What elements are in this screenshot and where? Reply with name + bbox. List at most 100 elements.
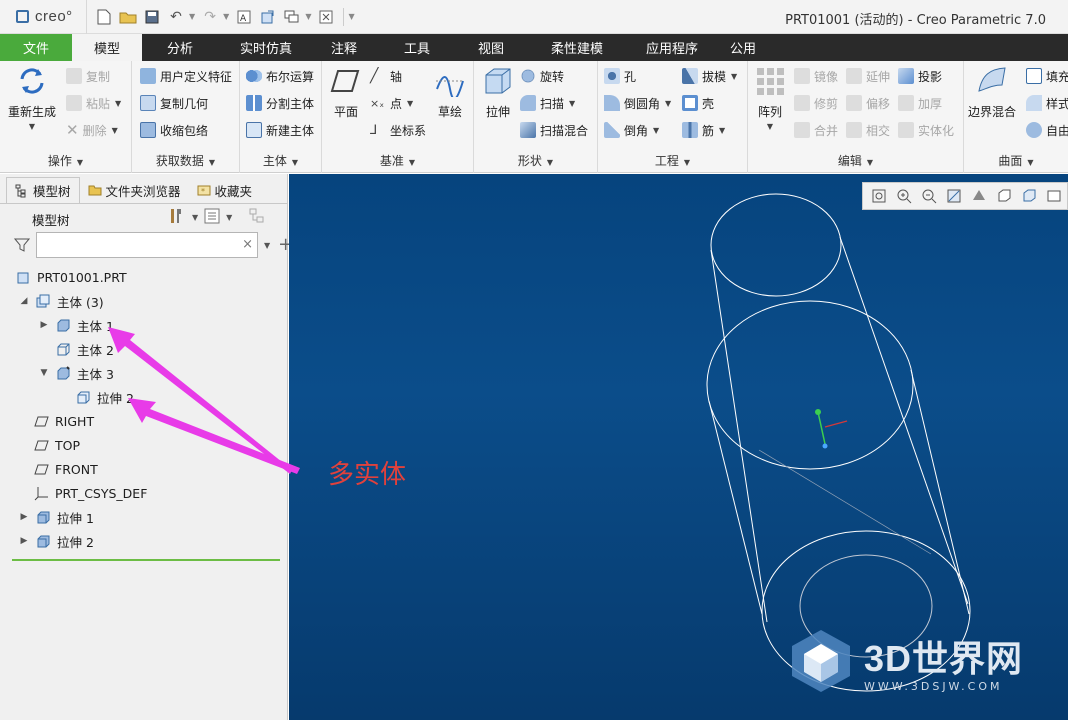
- filter-icon[interactable]: [14, 237, 30, 253]
- tree-item-top[interactable]: TOP: [34, 434, 80, 456]
- tree-item-body-1[interactable]: ▶ 主体 1: [38, 314, 114, 336]
- tab-favorites[interactable]: * 收藏夹: [189, 177, 261, 203]
- paste-dropdown-icon[interactable]: ▼: [115, 99, 121, 108]
- tab-view[interactable]: 视图: [460, 34, 522, 61]
- round-button[interactable]: 倒圆角 ▼: [604, 92, 671, 114]
- group-label-datum[interactable]: 基准 ▼: [322, 152, 473, 169]
- intersect-button[interactable]: 相交: [846, 119, 890, 141]
- pattern-dropdown-icon[interactable]: ▼: [767, 122, 773, 131]
- tree-filter-settings-icon[interactable]: [248, 207, 266, 228]
- group-label-editing[interactable]: 编辑 ▼: [748, 152, 963, 169]
- split-body-button[interactable]: 分割主体: [246, 92, 314, 114]
- new-body-button[interactable]: 新建主体: [246, 119, 314, 141]
- tree-insert-indicator[interactable]: [12, 559, 280, 561]
- windows-dropdown-icon[interactable]: ▼: [305, 12, 311, 21]
- tree-item-body-3[interactable]: ▼ 主体 3: [38, 362, 114, 384]
- extrude-button[interactable]: 拉伸: [482, 65, 514, 120]
- solidify-button[interactable]: 实体化: [898, 119, 954, 141]
- chamfer-button[interactable]: 倒角 ▼: [604, 119, 659, 141]
- udf-button[interactable]: 用户定义特征: [140, 65, 232, 87]
- sketch-button[interactable]: 草绘: [434, 65, 466, 120]
- tree-item-front[interactable]: FRONT: [34, 458, 98, 480]
- search-dropdown-icon[interactable]: ▼: [264, 241, 270, 250]
- tree-settings-dropdown-icon[interactable]: ▼: [192, 213, 198, 222]
- tab-tools[interactable]: 工具: [374, 34, 460, 61]
- draft-dropdown-icon[interactable]: ▼: [731, 72, 737, 81]
- redo-icon[interactable]: ↷: [199, 6, 221, 28]
- rib-button[interactable]: 筋 ▼: [682, 119, 725, 141]
- tree-item-extrude-2[interactable]: ▶ 拉伸 2: [18, 530, 94, 552]
- hole-button[interactable]: 孔: [604, 65, 636, 87]
- fill-button[interactable]: 填充: [1026, 65, 1068, 87]
- expand-arrow-icon[interactable]: ▶: [38, 320, 50, 330]
- text-style-icon[interactable]: A: [233, 6, 255, 28]
- tree-item-part[interactable]: PRT01001.PRT: [16, 266, 127, 288]
- pattern-button[interactable]: 阵列 ▼: [754, 65, 786, 131]
- rib-dropdown-icon[interactable]: ▼: [719, 126, 725, 135]
- expand-arrow-icon[interactable]: ▶: [18, 536, 30, 546]
- group-label-get-data[interactable]: 获取数据 ▼: [132, 152, 239, 169]
- copy-geometry-button[interactable]: 复制几何: [140, 92, 208, 114]
- point-button[interactable]: ×ₓ 点 ▼: [370, 92, 413, 114]
- style-button[interactable]: 样式: [1026, 92, 1068, 114]
- merge-button[interactable]: 合并: [794, 119, 838, 141]
- plane-button[interactable]: 平面: [330, 65, 362, 120]
- paste-button[interactable]: 粘贴 ▼: [66, 92, 121, 114]
- regenerate-icon[interactable]: [257, 6, 279, 28]
- group-label-body[interactable]: 主体 ▼: [240, 152, 321, 169]
- boolean-button[interactable]: 布尔运算: [246, 65, 314, 87]
- tree-settings-icon[interactable]: [168, 207, 186, 228]
- tab-model[interactable]: 模型: [72, 34, 142, 61]
- tab-utilities[interactable]: 公用: [712, 34, 774, 61]
- tree-item-csys[interactable]: PRT_CSYS_DEF: [34, 482, 147, 504]
- tree-item-right[interactable]: RIGHT: [34, 410, 94, 432]
- delete-dropdown-icon[interactable]: ▼: [112, 126, 118, 135]
- shrinkwrap-button[interactable]: 收缩包络: [140, 119, 208, 141]
- delete-button[interactable]: ✕ 删除 ▼: [66, 119, 118, 141]
- tab-flexible-modeling[interactable]: 柔性建模: [522, 34, 632, 61]
- trim-button[interactable]: 修剪: [794, 92, 838, 114]
- tree-search-input[interactable]: [41, 234, 236, 256]
- thicken-button[interactable]: 加厚: [898, 92, 942, 114]
- tab-analysis[interactable]: 分析: [142, 34, 218, 61]
- point-dropdown-icon[interactable]: ▼: [407, 99, 413, 108]
- draft-button[interactable]: 拔模 ▼: [682, 65, 737, 87]
- group-label-operations[interactable]: 操作 ▼: [0, 152, 131, 169]
- expand-arrow-icon[interactable]: ▶: [18, 512, 30, 522]
- revolve-button[interactable]: 旋转: [520, 65, 564, 87]
- tab-model-tree[interactable]: 模型树: [6, 177, 80, 203]
- group-label-shape[interactable]: 形状 ▼: [474, 152, 597, 169]
- regenerate-button[interactable]: 重新生成 ▼: [8, 65, 56, 131]
- mirror-button[interactable]: 镜像: [794, 65, 838, 87]
- sweep-dropdown-icon[interactable]: ▼: [569, 99, 575, 108]
- tree-item-extrude-2-child[interactable]: 拉伸 2: [76, 386, 134, 408]
- tree-item-body-2[interactable]: 主体 2: [56, 338, 114, 360]
- group-label-surfaces[interactable]: 曲面 ▼: [964, 152, 1068, 169]
- clear-search-icon[interactable]: ×: [242, 237, 253, 252]
- windows-icon[interactable]: [281, 6, 303, 28]
- save-icon[interactable]: [141, 6, 163, 28]
- round-dropdown-icon[interactable]: ▼: [665, 99, 671, 108]
- tree-item-extrude-1[interactable]: ▶ 拉伸 1: [18, 506, 94, 528]
- undo-icon[interactable]: ↶: [165, 6, 187, 28]
- tab-folder-browser[interactable]: 文件夹浏览器: [80, 177, 189, 203]
- extend-button[interactable]: 延伸: [846, 65, 890, 87]
- open-folder-icon[interactable]: [117, 6, 139, 28]
- regenerate-dropdown-icon[interactable]: ▼: [29, 122, 35, 131]
- show-dropdown-icon[interactable]: ▼: [226, 213, 232, 222]
- chamfer-dropdown-icon[interactable]: ▼: [653, 126, 659, 135]
- freestyle-button[interactable]: 自由: [1026, 119, 1068, 141]
- redo-dropdown-icon[interactable]: ▼: [223, 12, 229, 21]
- show-list-icon[interactable]: [204, 208, 220, 227]
- collapse-arrow-icon[interactable]: ▼: [38, 368, 50, 378]
- group-label-engineering[interactable]: 工程 ▼: [598, 152, 747, 169]
- tab-applications[interactable]: 应用程序: [632, 34, 712, 61]
- close-window-icon[interactable]: [315, 6, 337, 28]
- axis-button[interactable]: ╱ 轴: [370, 65, 402, 87]
- undo-dropdown-icon[interactable]: ▼: [189, 12, 195, 21]
- boundary-blend-button[interactable]: 边界混合: [968, 65, 1016, 120]
- swept-blend-button[interactable]: 扫描混合: [520, 119, 588, 141]
- offset-button[interactable]: 偏移: [846, 92, 890, 114]
- customize-toolbar-icon[interactable]: ▼: [348, 12, 354, 21]
- copy-button[interactable]: 复制: [66, 65, 110, 87]
